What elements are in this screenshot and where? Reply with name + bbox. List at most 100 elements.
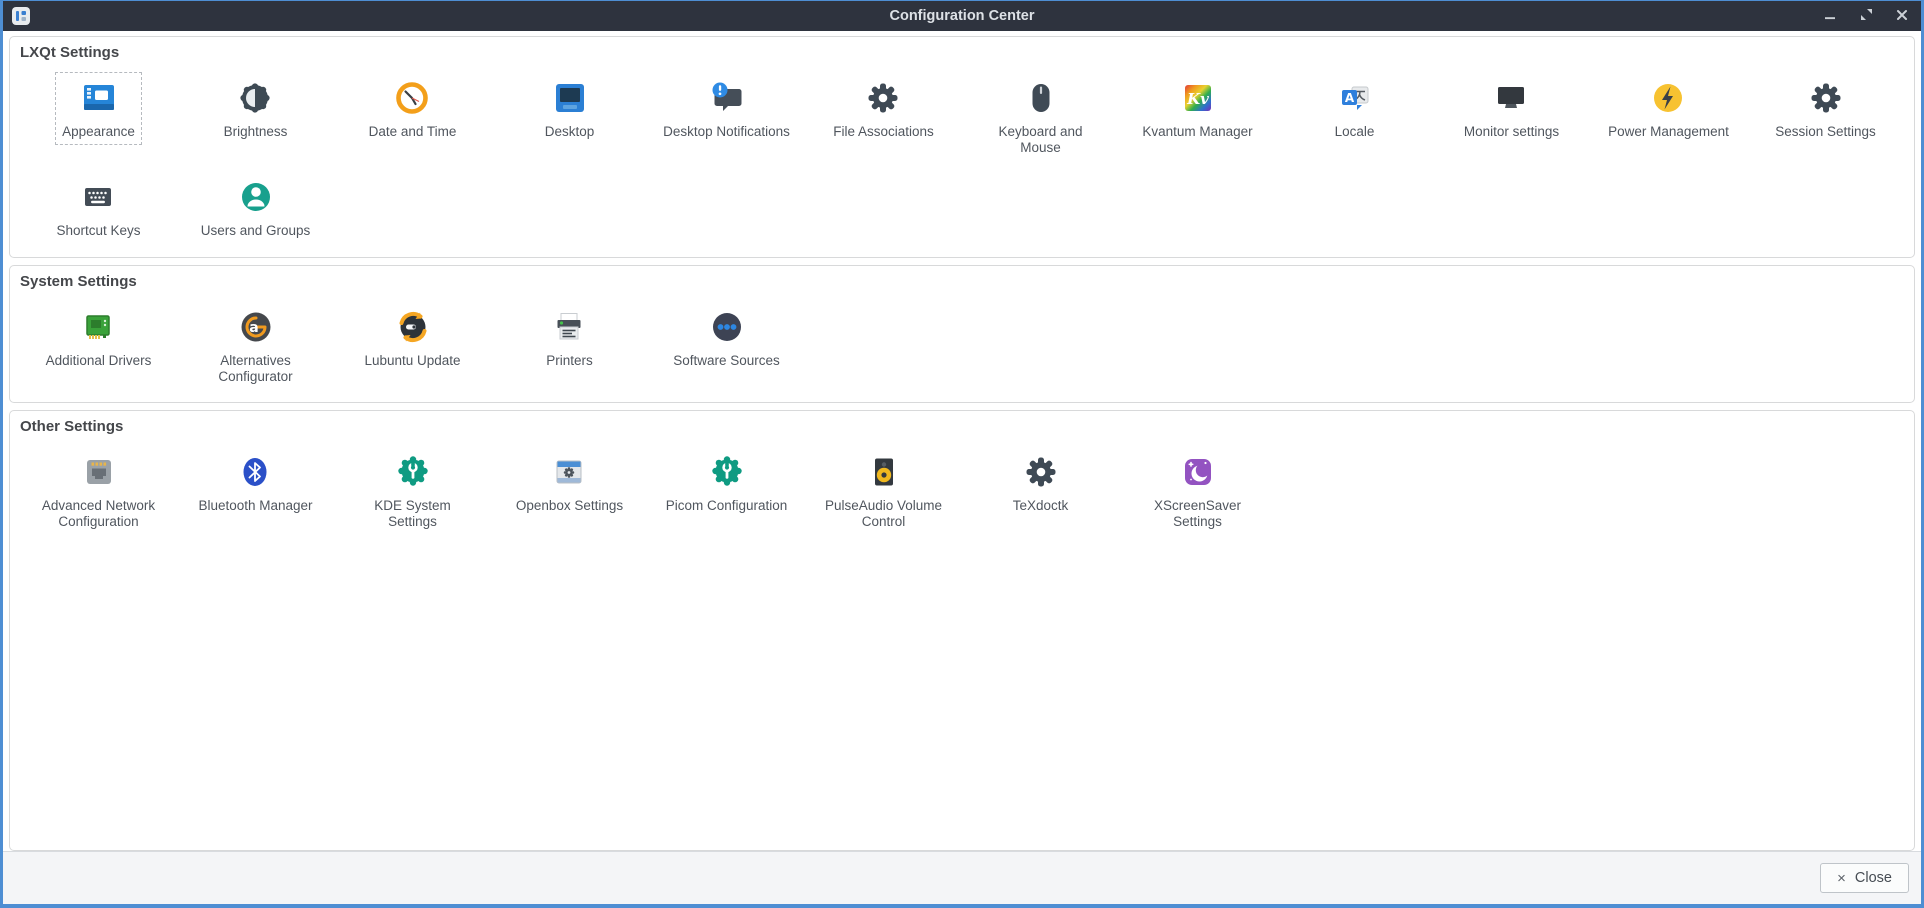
gear-dark-icon bbox=[1021, 452, 1061, 492]
item-label: Brightness bbox=[224, 124, 288, 140]
item-label: XScreenSaver Settings bbox=[1134, 498, 1262, 530]
launcher-additional-drivers[interactable]: Additional Drivers bbox=[39, 301, 159, 374]
item-label: Alternatives Configurator bbox=[192, 353, 320, 385]
group-title: LXQt Settings bbox=[18, 41, 1906, 66]
launcher-file-associations[interactable]: File Associations bbox=[826, 72, 941, 145]
close-button[interactable]: × Close bbox=[1820, 863, 1909, 893]
window-title: Configuration Center bbox=[3, 8, 1921, 24]
item-label: TeXdoctk bbox=[1013, 498, 1069, 514]
item-label: Picom Configuration bbox=[666, 498, 788, 514]
launcher-kvantum-manager[interactable]: Kv Kvantum Manager bbox=[1135, 72, 1259, 145]
launcher-texdoctk[interactable]: TeXdoctk bbox=[1006, 446, 1076, 519]
launcher-picom-configuration[interactable]: Picom Configuration bbox=[659, 446, 795, 519]
item-label: Power Management bbox=[1608, 124, 1729, 140]
gear-dark-icon bbox=[1806, 78, 1846, 118]
item-label: Session Settings bbox=[1775, 124, 1876, 140]
launcher-users-and-groups[interactable]: Users and Groups bbox=[194, 171, 318, 244]
svg-text:A: A bbox=[1344, 91, 1354, 105]
notification-bubble-icon bbox=[707, 78, 747, 118]
update-swirl-icon bbox=[393, 307, 433, 347]
close-icon bbox=[1896, 9, 1908, 24]
launcher-brightness[interactable]: Brightness bbox=[217, 72, 295, 145]
launcher-session-settings[interactable]: Session Settings bbox=[1768, 72, 1883, 145]
alternatives-icon: a bbox=[236, 307, 276, 347]
settings-panels: LXQt Settings Appearance Brightness Date… bbox=[3, 31, 1921, 851]
launcher-printers[interactable]: Printers bbox=[539, 301, 600, 374]
item-label: Openbox Settings bbox=[516, 498, 623, 514]
group-items: Appearance Brightness Date and Time Desk… bbox=[18, 66, 1906, 255]
svg-text:a: a bbox=[249, 320, 258, 336]
launcher-keyboard-and-mouse[interactable]: Keyboard and Mouse bbox=[970, 72, 1112, 161]
gear-wrench-icon bbox=[707, 452, 747, 492]
item-label: Desktop bbox=[545, 124, 595, 140]
item-label: Printers bbox=[546, 353, 593, 369]
item-label: Advanced Network Configuration bbox=[35, 498, 163, 530]
bluetooth-icon bbox=[235, 452, 275, 492]
launcher-desktop[interactable]: Desktop bbox=[538, 72, 602, 145]
printer-icon bbox=[549, 307, 589, 347]
close-button-icon: × bbox=[1837, 871, 1846, 886]
item-label: Appearance bbox=[62, 124, 135, 140]
window-controls bbox=[1819, 5, 1913, 27]
mouse-icon bbox=[1021, 78, 1061, 118]
item-label: Desktop Notifications bbox=[663, 124, 790, 140]
pci-card-icon bbox=[78, 307, 118, 347]
minimize-button[interactable] bbox=[1819, 5, 1841, 27]
item-label: Kvantum Manager bbox=[1142, 124, 1252, 140]
group-title: System Settings bbox=[18, 270, 1906, 295]
keyboard-icon bbox=[78, 177, 118, 217]
footer-bar: × Close bbox=[3, 851, 1921, 904]
group-title: Other Settings bbox=[18, 415, 1906, 440]
maximize-button[interactable] bbox=[1855, 5, 1877, 27]
launcher-openbox-settings[interactable]: Openbox Settings bbox=[509, 446, 630, 519]
item-label: Bluetooth Manager bbox=[198, 498, 312, 514]
monitor-icon bbox=[1491, 78, 1531, 118]
user-circle-icon bbox=[236, 177, 276, 217]
launcher-xscreensaver-settings[interactable]: XScreenSaver Settings bbox=[1127, 446, 1269, 535]
item-label: Date and Time bbox=[369, 124, 457, 140]
launcher-software-sources[interactable]: Software Sources bbox=[666, 301, 787, 374]
settings-group-other-settings: Other Settings Advanced Network Configur… bbox=[9, 410, 1915, 851]
ethernet-port-icon bbox=[79, 452, 119, 492]
launcher-kde-system-settings[interactable]: KDE System Settings bbox=[342, 446, 484, 535]
launcher-bluetooth-manager[interactable]: Bluetooth Manager bbox=[191, 446, 319, 519]
launcher-desktop-notifications[interactable]: Desktop Notifications bbox=[656, 72, 797, 145]
svg-text:Kv: Kv bbox=[1186, 90, 1209, 108]
desktop-icon bbox=[550, 78, 590, 118]
launcher-date-and-time[interactable]: Date and Time bbox=[362, 72, 464, 145]
launcher-lubuntu-update[interactable]: Lubuntu Update bbox=[357, 301, 467, 374]
item-label: File Associations bbox=[833, 124, 934, 140]
close-window-button[interactable] bbox=[1891, 5, 1913, 27]
configuration-center-window: Configuration Center LXQt Settings Appea… bbox=[0, 0, 1924, 908]
launcher-power-management[interactable]: Power Management bbox=[1601, 72, 1736, 145]
close-button-label: Close bbox=[1855, 870, 1892, 886]
power-bolt-icon bbox=[1648, 78, 1688, 118]
window-gear-icon bbox=[549, 452, 589, 492]
gear-wrench-icon bbox=[393, 452, 433, 492]
launcher-pulseaudio-volume-control[interactable]: PulseAudio Volume Control bbox=[813, 446, 955, 535]
launcher-appearance[interactable]: Appearance bbox=[55, 72, 142, 145]
minimize-icon bbox=[1824, 9, 1836, 24]
launcher-monitor-settings[interactable]: Monitor settings bbox=[1457, 72, 1566, 145]
software-sources-icon bbox=[707, 307, 747, 347]
item-label: Users and Groups bbox=[201, 223, 311, 239]
launcher-shortcut-keys[interactable]: Shortcut Keys bbox=[49, 171, 147, 244]
launcher-alternatives-configurator[interactable]: a Alternatives Configurator bbox=[185, 301, 327, 390]
group-items: Advanced Network Configuration Bluetooth… bbox=[18, 440, 1906, 545]
kvantum-rainbow-icon: Kv bbox=[1178, 78, 1218, 118]
item-label: PulseAudio Volume Control bbox=[820, 498, 948, 530]
app-icon[interactable] bbox=[11, 6, 31, 26]
settings-group-lxqt-settings: LXQt Settings Appearance Brightness Date… bbox=[9, 36, 1915, 258]
moon-stars-icon bbox=[1178, 452, 1218, 492]
brightness-icon bbox=[235, 78, 275, 118]
clock-icon bbox=[392, 78, 432, 118]
titlebar: Configuration Center bbox=[3, 1, 1921, 31]
launcher-locale[interactable]: A Locale bbox=[1328, 72, 1382, 145]
gear-dark-icon bbox=[863, 78, 903, 118]
item-label: Software Sources bbox=[673, 353, 780, 369]
launcher-advanced-network-configuration[interactable]: Advanced Network Configuration bbox=[28, 446, 170, 535]
item-label: Keyboard and Mouse bbox=[977, 124, 1105, 156]
translation-icon: A bbox=[1335, 78, 1375, 118]
item-label: Lubuntu Update bbox=[364, 353, 460, 369]
item-label: Locale bbox=[1335, 124, 1375, 140]
